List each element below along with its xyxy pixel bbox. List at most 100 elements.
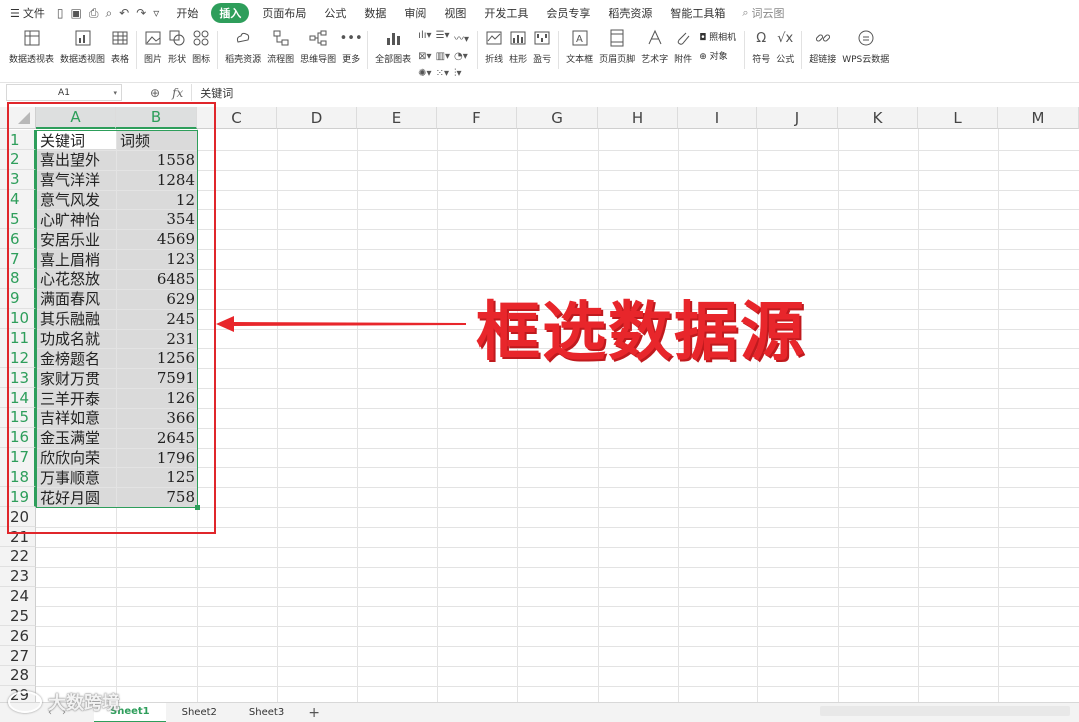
pivot-table-button[interactable]: 数据透视表: [6, 26, 57, 65]
quick-access-toolbar: ▯ ▣ ⎙ ⌕ ↶ ↷ ▿: [51, 6, 167, 21]
formula-input[interactable]: 关键词: [191, 84, 1079, 101]
customize-dropdown-icon[interactable]: ▿: [153, 6, 159, 20]
row-header-26[interactable]: 26: [0, 626, 36, 647]
more-button[interactable]: ••• 更多: [339, 26, 363, 66]
textbox-icon: A: [571, 29, 589, 47]
formula-button[interactable]: √x 公式: [773, 26, 797, 66]
radar-chart-icon[interactable]: ✺▾: [418, 68, 431, 79]
undo-icon[interactable]: ↶: [119, 6, 129, 20]
picture-button[interactable]: 图片: [141, 26, 165, 65]
textbox-button[interactable]: A 文本框: [563, 26, 596, 65]
sparkline-winloss-button[interactable]: 盈亏: [530, 26, 554, 65]
sheet-tab-3[interactable]: Sheet3: [233, 703, 300, 722]
symbol-button[interactable]: Ω 符号: [749, 26, 773, 66]
print-icon[interactable]: ⎙: [89, 6, 99, 21]
row-header-27[interactable]: 27: [0, 646, 36, 667]
row-header-22[interactable]: 22: [0, 546, 36, 567]
column-header-h[interactable]: H: [598, 107, 678, 129]
area-chart-icon[interactable]: ⊠▾: [418, 51, 431, 62]
mindmap-button[interactable]: 思维导图: [297, 26, 339, 65]
paperclip-icon: [674, 29, 692, 47]
name-box[interactable]: A1 ▾: [6, 84, 122, 101]
wordart-button[interactable]: 艺术字: [638, 26, 671, 65]
docer-resources-button[interactable]: 稻壳资源: [222, 26, 264, 65]
header-footer-button[interactable]: 页眉页脚: [596, 26, 638, 65]
ribbon-separator: [801, 31, 803, 69]
scatter-chart-icon[interactable]: ⁙▾: [436, 68, 450, 79]
tab-formulas[interactable]: 公式: [315, 3, 355, 23]
annotation-text: 框选数据源: [476, 296, 806, 370]
fx-icon[interactable]: fx: [172, 86, 183, 100]
picture-icon: [144, 29, 162, 47]
object-button[interactable]: ⊕ 对象: [699, 49, 736, 62]
tab-data[interactable]: 数据: [355, 3, 395, 23]
tab-docer[interactable]: 稻壳资源: [599, 3, 661, 23]
wps-cloud-data-button[interactable]: WPS云数据: [839, 26, 892, 65]
pivot-chart-icon: [74, 29, 92, 47]
grid-row-line: [36, 546, 1079, 548]
formula-bar: A1 ▾ ⊕ fx 关键词: [0, 82, 1079, 102]
export-pdf-icon[interactable]: ▣: [70, 6, 81, 20]
camera-button[interactable]: ◘ 照相机: [699, 30, 736, 43]
column-header-j[interactable]: J: [757, 107, 838, 129]
tab-review[interactable]: 审阅: [395, 3, 435, 23]
sheet-tab-2[interactable]: Sheet2: [166, 703, 233, 722]
add-sheet-icon[interactable]: +: [300, 705, 320, 721]
shape-button[interactable]: 形状: [165, 26, 189, 65]
hamburger-icon: ☰: [10, 6, 20, 20]
bar-chart-h-icon[interactable]: ☰▾: [436, 30, 450, 45]
sparkline-line-button[interactable]: 折线: [482, 26, 506, 65]
tab-view[interactable]: 视图: [435, 3, 475, 23]
attachment-button[interactable]: 附件: [671, 26, 695, 65]
tab-developer[interactable]: 开发工具: [475, 3, 537, 23]
icon-library-button[interactable]: 图标: [189, 26, 213, 65]
combo-chart-icon[interactable]: ▥▾: [436, 51, 450, 62]
column-chart-icon[interactable]: ılı▾: [418, 30, 431, 45]
pivot-chart-button[interactable]: 数据透视图: [57, 26, 108, 65]
column-header-l[interactable]: L: [918, 107, 998, 129]
row-header-23[interactable]: 23: [0, 566, 36, 587]
tab-smart-tools[interactable]: 智能工具箱: [661, 3, 734, 23]
flowchart-button[interactable]: 流程图: [264, 26, 297, 65]
table-button[interactable]: 表格: [108, 26, 132, 65]
all-charts-button[interactable]: 全部图表: [372, 26, 414, 65]
tab-home[interactable]: 开始: [167, 3, 207, 23]
save-icon[interactable]: ▯: [57, 6, 64, 20]
row-header-28[interactable]: 28: [0, 665, 36, 686]
grid-column-line: [277, 129, 278, 702]
search-box[interactable]: ⌕ 词云图: [734, 5, 784, 21]
chart-type-gallery: ılı▾ ☰▾ 〰▾ ⊠▾ ▥▾ ◔▾ ✺▾ ⁙▾ ⫶▾: [414, 26, 473, 79]
annotation-arrow: [216, 316, 466, 332]
tab-page-layout[interactable]: 页面布局: [253, 3, 315, 23]
hyperlink-button[interactable]: 超链接: [806, 26, 839, 65]
grid-column-line: [757, 129, 758, 702]
column-header-e[interactable]: E: [357, 107, 437, 129]
sparkline-column-button[interactable]: 柱形: [506, 26, 530, 65]
row-header-25[interactable]: 25: [0, 606, 36, 627]
row-header-24[interactable]: 24: [0, 586, 36, 607]
line-chart-icon[interactable]: 〰▾: [454, 30, 469, 45]
column-header-g[interactable]: G: [517, 107, 598, 129]
pie-chart-icon[interactable]: ◔▾: [454, 51, 469, 62]
bar-chart-icon: [384, 29, 402, 47]
stock-chart-icon[interactable]: ⫶▾: [454, 68, 469, 79]
menu-bar: ☰ 文件 ▯ ▣ ⎙ ⌕ ↶ ↷ ▿ 开始 插入 页面布局 公式 数据 审阅 视…: [0, 0, 1079, 26]
redo-icon[interactable]: ↷: [136, 6, 146, 20]
file-menu[interactable]: ☰ 文件: [0, 5, 51, 21]
ribbon-separator: [217, 31, 219, 69]
grid-row-line: [36, 646, 1079, 648]
tab-insert[interactable]: 插入: [211, 3, 250, 23]
sparkline-column-icon: [509, 29, 527, 47]
print-preview-icon[interactable]: ⌕: [105, 6, 112, 21]
ribbon-separator: [136, 31, 138, 69]
zoom-icon[interactable]: ⊕: [150, 86, 160, 100]
column-header-d[interactable]: D: [277, 107, 357, 129]
column-header-f[interactable]: F: [437, 107, 517, 129]
column-header-k[interactable]: K: [838, 107, 918, 129]
column-header-i[interactable]: I: [678, 107, 757, 129]
grid-column-line: [838, 129, 839, 702]
tab-member[interactable]: 会员专享: [537, 3, 599, 23]
search-label: 词云图: [751, 7, 785, 20]
column-header-m[interactable]: M: [998, 107, 1079, 129]
horizontal-scrollbar[interactable]: [820, 706, 1070, 716]
